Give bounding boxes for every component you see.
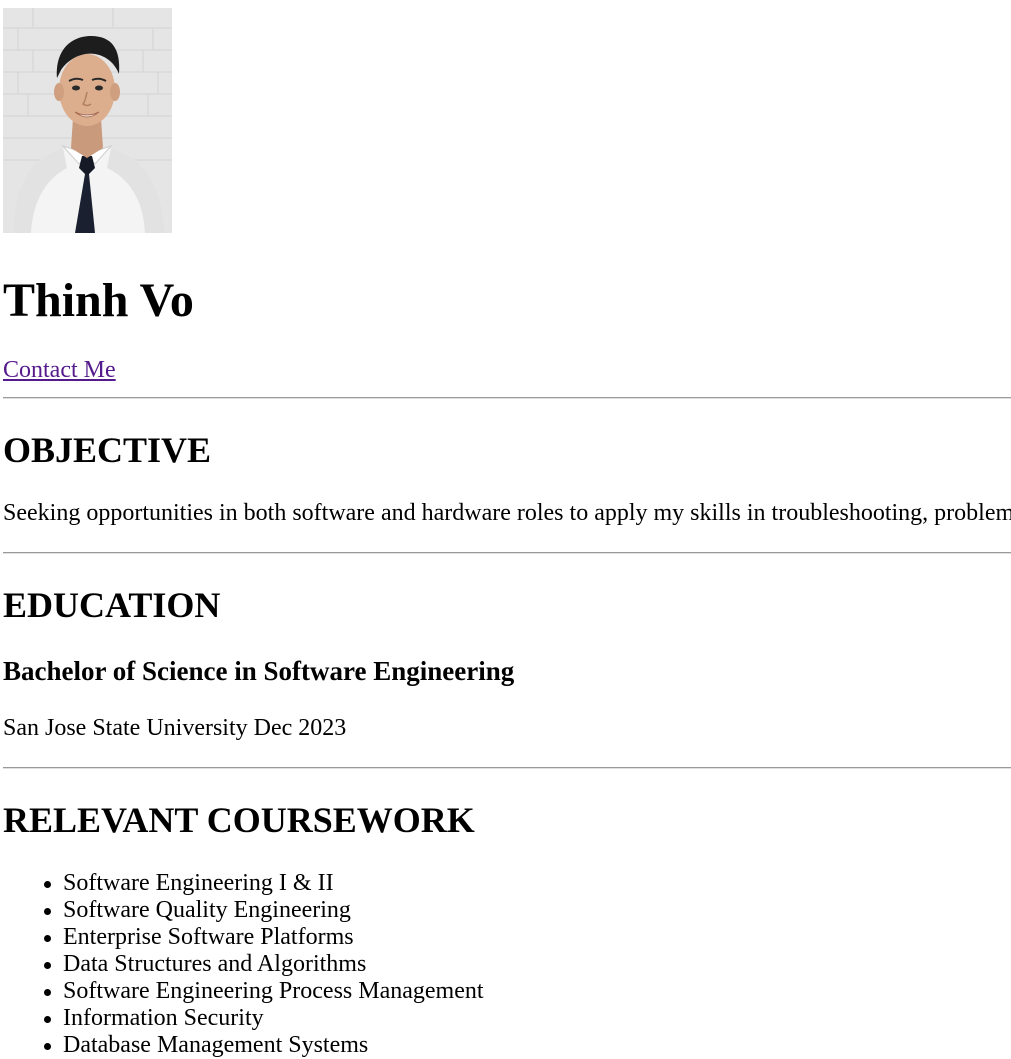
school-line: San Jose State University Dec 2023 xyxy=(3,715,347,741)
degree-title: Bachelor of Science in Software Engineer… xyxy=(3,656,515,686)
list-item: Database Management Systems xyxy=(44,1032,484,1059)
resume-page: Thinh Vo Contact Me OBJECTIVE Seeking op… xyxy=(0,0,1011,1059)
profile-photo xyxy=(3,8,172,233)
education-heading: EDUCATION xyxy=(3,585,221,625)
list-item: Software Engineering Process Management xyxy=(44,978,484,1004)
list-item: Software Quality Engineering xyxy=(44,897,484,924)
objective-text: Seeking opportunities in both software a… xyxy=(3,500,1011,526)
list-item: Software Engineering I & II xyxy=(44,870,484,897)
coursework-heading: RELEVANT COURSEWORK xyxy=(3,800,475,840)
divider xyxy=(3,767,1011,769)
page-title: Thinh Vo xyxy=(3,274,194,327)
coursework-list: Software Engineering I & II Software Qua… xyxy=(44,870,484,1059)
divider xyxy=(3,397,1011,399)
divider xyxy=(3,552,1011,554)
list-item: Data Structures and Algorithms xyxy=(44,951,484,978)
objective-heading: OBJECTIVE xyxy=(3,430,212,470)
list-item: Information Security xyxy=(44,1005,484,1032)
list-item: Enterprise Software Platforms xyxy=(44,924,484,951)
contact-me-link[interactable]: Contact Me xyxy=(3,357,116,385)
